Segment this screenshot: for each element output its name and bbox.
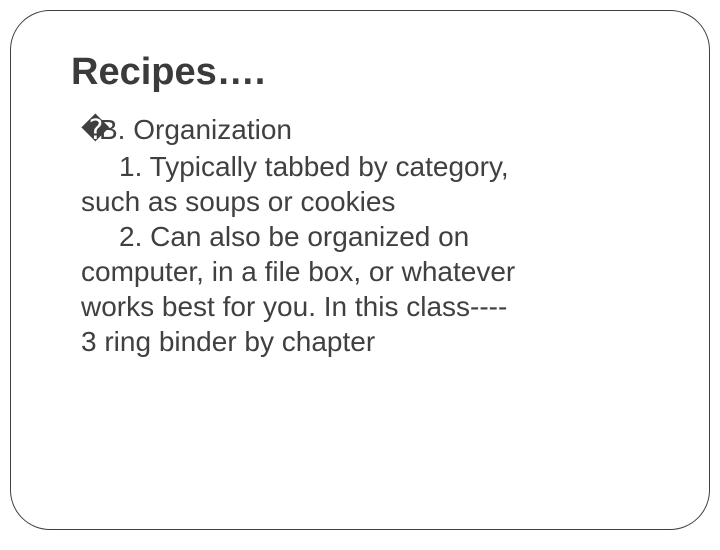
- item-text: computer, in a file box, or whatever: [81, 256, 515, 287]
- list-item-2-cont: computer, in a file box, or whatever: [81, 254, 659, 289]
- list-item-2-cont: works best for you. In this class----: [81, 289, 659, 324]
- item-text: such as soups or cookies: [81, 186, 395, 217]
- item-text: Typically tabbed by category,: [150, 151, 509, 182]
- bullet-icon: �: [81, 112, 99, 147]
- slide-frame: Recipes…. �B. Organization 1. Typically …: [10, 10, 710, 530]
- list-item-1-cont: such as soups or cookies: [81, 184, 659, 219]
- slide-body: �B. Organization 1. Typically tabbed by …: [81, 112, 659, 359]
- section-heading-line: �B. Organization: [81, 112, 659, 147]
- list-item-1: 1. Typically tabbed by category,: [81, 149, 659, 184]
- item-number: 1.: [119, 151, 142, 182]
- slide-title: Recipes….: [71, 51, 659, 94]
- item-text: 3 ring binder by chapter: [81, 326, 375, 357]
- item-text: Can also be organized on: [150, 221, 469, 252]
- list-item-2-cont: 3 ring binder by chapter: [81, 324, 659, 359]
- item-number: 2.: [119, 221, 142, 252]
- item-text: works best for you. In this class----: [81, 291, 507, 322]
- list-item-2: 2. Can also be organized on: [81, 219, 659, 254]
- section-heading: B. Organization: [99, 114, 292, 145]
